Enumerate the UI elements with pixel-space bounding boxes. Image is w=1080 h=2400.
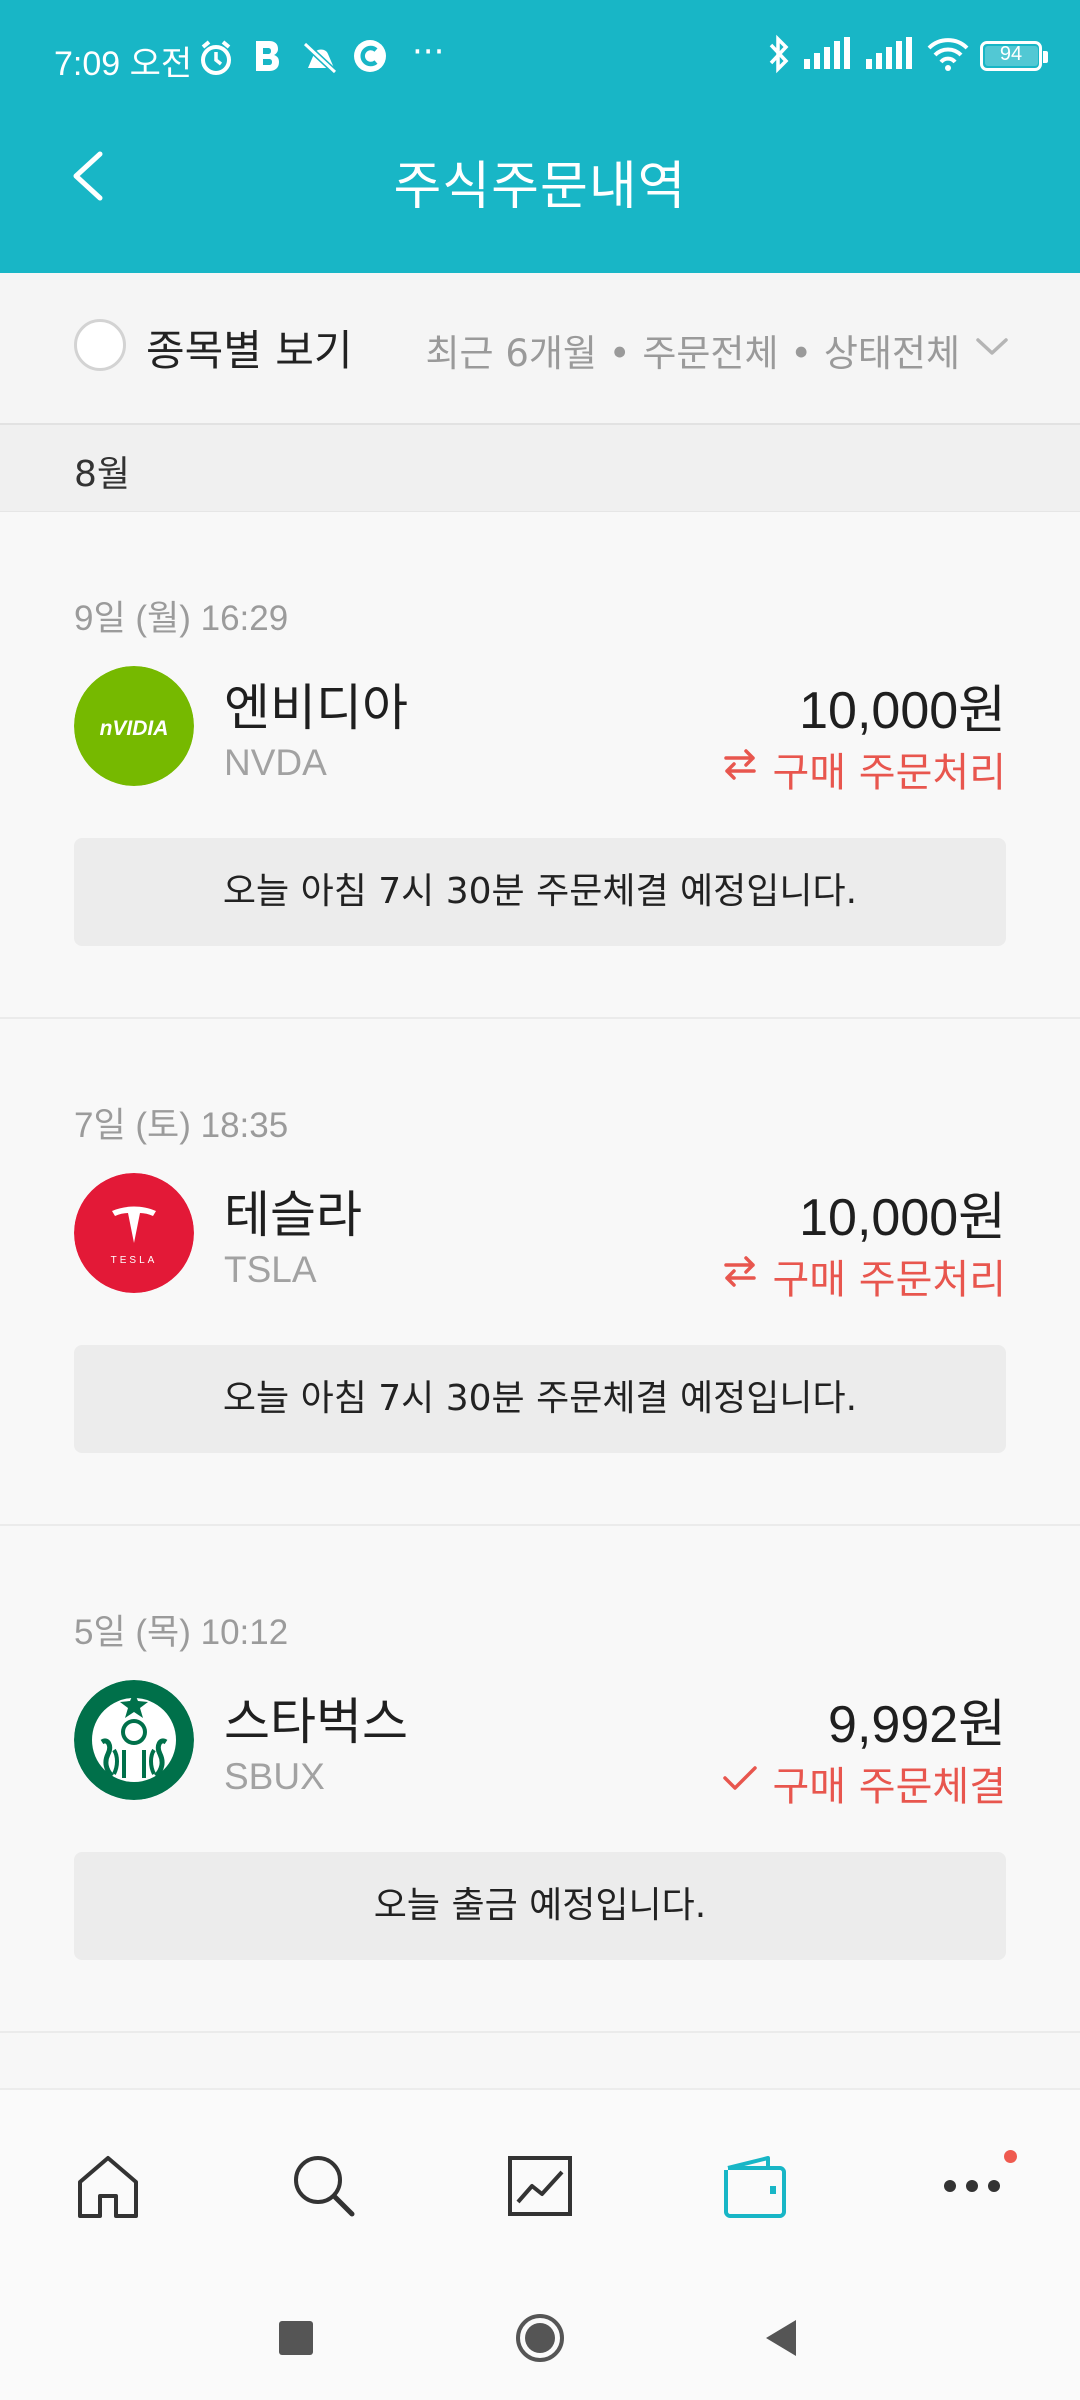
stock-name: 엔비디아 bbox=[224, 679, 408, 737]
navigation-bar: 주식주문내역 bbox=[0, 92, 1080, 273]
check-icon bbox=[720, 1758, 760, 1808]
mute-icon bbox=[300, 38, 340, 82]
chart-icon bbox=[500, 2156, 580, 2230]
order-note: 오늘 출금 예정입니다. bbox=[74, 1852, 1006, 1960]
nav-home-button[interactable] bbox=[68, 2146, 148, 2226]
stock-name: 스타벅스 bbox=[224, 1693, 408, 1751]
wifi-icon bbox=[926, 36, 970, 76]
battery-level: 94 bbox=[999, 43, 1023, 65]
bluetooth-icon bbox=[766, 34, 792, 78]
home-system-button[interactable] bbox=[510, 2308, 570, 2368]
nav-search-button[interactable] bbox=[284, 2146, 364, 2226]
starbucks-logo-icon bbox=[74, 1680, 194, 1800]
month-label: 8월 bbox=[74, 454, 131, 495]
order-amount: 10,000원 bbox=[799, 682, 1006, 740]
stock-ticker: NVDA bbox=[224, 742, 327, 783]
order-status-label: 구매 주문처리 bbox=[772, 1257, 1006, 1303]
bottom-navigation bbox=[0, 2088, 1080, 2270]
order-status: 구매 주문처리 bbox=[720, 1247, 1006, 1305]
back-system-button[interactable] bbox=[752, 2308, 812, 2368]
system-navigation bbox=[0, 2268, 1080, 2400]
nav-chart-button[interactable] bbox=[500, 2146, 580, 2226]
square-icon bbox=[266, 2321, 326, 2372]
stock-name: 테슬라 bbox=[224, 1186, 362, 1244]
more-icon bbox=[932, 2180, 1012, 2230]
order-status-label: 구매 주문처리 bbox=[772, 750, 1006, 796]
filter-bar: 종목별 보기 최근 6개월 • 주문전체 • 상태전체 bbox=[0, 273, 1080, 425]
battery-icon: 94 bbox=[980, 41, 1048, 71]
view-by-stock-label[interactable]: 종목별 보기 bbox=[146, 317, 353, 378]
signal-icon bbox=[864, 37, 916, 75]
month-header: 8월 bbox=[0, 425, 1080, 513]
recent-apps-button[interactable] bbox=[266, 2308, 326, 2368]
alarm-icon bbox=[196, 38, 236, 82]
signal-icon bbox=[802, 37, 854, 75]
circle-icon bbox=[510, 2314, 570, 2372]
order-amount: 9,992원 bbox=[828, 1696, 1006, 1754]
triangle-back-icon bbox=[752, 2320, 812, 2372]
search-icon bbox=[284, 2156, 364, 2230]
filter-dropdown[interactable]: 최근 6개월 • 주문전체 • 상태전체 bbox=[426, 323, 1010, 377]
order-datetime: 5일 (목) 10:12 bbox=[74, 1613, 289, 1652]
notification-badge bbox=[1004, 2150, 1017, 2163]
order-status: 구매 주문처리 bbox=[720, 740, 1006, 798]
order-note: 오늘 아침 7시 30분 주문체결 예정입니다. bbox=[74, 1345, 1006, 1453]
chevron-down-icon bbox=[974, 328, 1010, 373]
page-title: 주식주문내역 bbox=[393, 157, 687, 217]
order-note: 오늘 아침 7시 30분 주문체결 예정입니다. bbox=[74, 838, 1006, 946]
nvidia-logo-icon: nVIDIA bbox=[74, 666, 194, 786]
home-icon bbox=[68, 2156, 148, 2230]
order-datetime: 9일 (월) 16:29 bbox=[74, 599, 289, 638]
order-item[interactable]: 5일 (목) 10:12 스타벅스 SBUX 9,992원 구매 주문체결 오늘… bbox=[0, 1526, 1080, 2033]
tesla-logo-icon: TESLA bbox=[74, 1173, 194, 1293]
nav-wallet-button[interactable] bbox=[716, 2146, 796, 2226]
tesla-logo-text: TESLA bbox=[111, 1255, 158, 1266]
exchange-icon bbox=[720, 744, 760, 794]
order-item[interactable]: 9일 (월) 16:29 nVIDIA 엔비디아 NVDA 10,000원 구매… bbox=[0, 512, 1080, 1019]
status-right: 94 bbox=[766, 34, 1048, 78]
app-header: 7:09 오전 ··· 94 주식주문내역 bbox=[0, 0, 1080, 273]
nav-more-button[interactable] bbox=[932, 2146, 1012, 2226]
order-item[interactable]: 7일 (토) 18:35 TESLA 테슬라 TSLA 10,000원 구매 주… bbox=[0, 1019, 1080, 1526]
b-app-icon bbox=[252, 38, 282, 80]
c-app-icon bbox=[352, 38, 388, 78]
order-status: 구매 주문체결 bbox=[720, 1754, 1006, 1812]
order-datetime: 7일 (토) 18:35 bbox=[74, 1106, 289, 1145]
filter-summary-text: 최근 6개월 • 주문전체 • 상태전체 bbox=[425, 332, 960, 375]
exchange-icon bbox=[720, 1251, 760, 1301]
stock-ticker: SBUX bbox=[224, 1756, 325, 1797]
order-amount: 10,000원 bbox=[799, 1189, 1006, 1247]
status-bar: 7:09 오전 ··· 94 bbox=[0, 28, 1080, 92]
more-status-icon: ··· bbox=[412, 32, 445, 72]
order-status-label: 구매 주문체결 bbox=[772, 1764, 1006, 1810]
status-time: 7:09 오전 bbox=[54, 45, 193, 83]
view-by-stock-radio[interactable] bbox=[74, 319, 126, 371]
wallet-icon bbox=[716, 2156, 796, 2230]
stock-ticker: TSLA bbox=[224, 1249, 317, 1290]
nvidia-logo-text: nVIDIA bbox=[100, 717, 169, 740]
